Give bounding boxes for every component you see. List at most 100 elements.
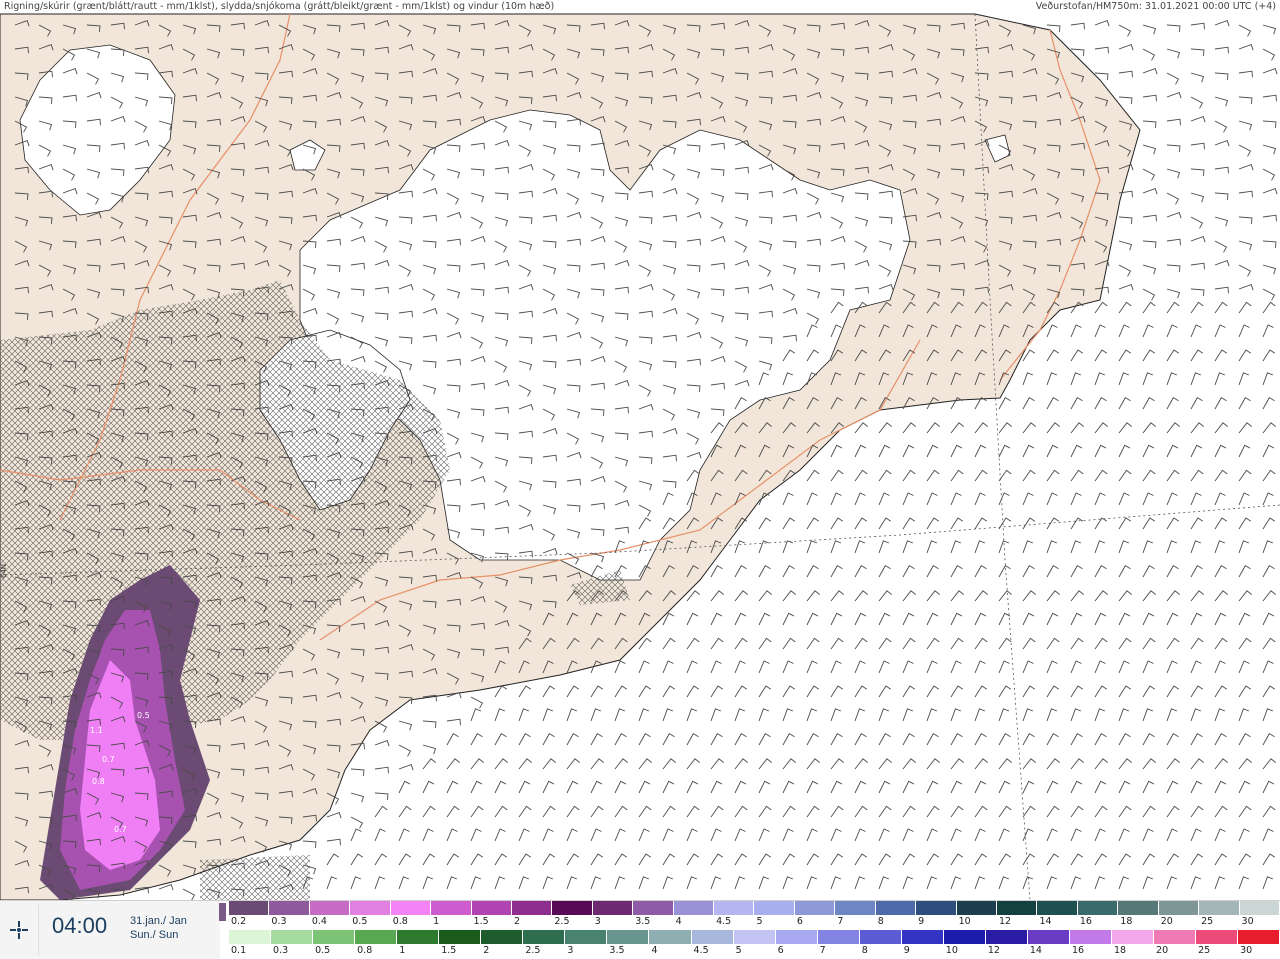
scale-label: 9: [903, 945, 910, 956]
scale-color-cell: [943, 930, 986, 944]
latitude-label: 64N: [0, 564, 8, 578]
sleet-snow-scale-labels: 0.2 0.3 0.4 0.5 0.8 1 1.5 2 2.5 3 3.5 4 4.5 5 6 7 8 9 10 12…: [229, 916, 1280, 928]
sleet-area-south: [200, 855, 310, 900]
model-run-info: Veðurstofan/HM750m: 31.01.2021 00:00 UTC…: [1035, 1, 1276, 12]
scale-color-cell: [916, 901, 957, 915]
forecast-weekday: Sun./ Sun: [130, 929, 179, 941]
scale-color-cell: [1158, 901, 1200, 915]
rain-scale-labels: 0.1 0.3 0.5 0.8 1 1.5 2 2.5 3 3.5 4 4.5 5 6 7 8 9 10 12 14 1…: [229, 945, 1280, 957]
scale-label: 2.5: [525, 945, 541, 956]
scale-label: 1.5: [473, 916, 489, 927]
scale-label: 4.5: [716, 916, 732, 927]
scale-label: 3: [594, 916, 601, 927]
scale-color-cell: [523, 930, 566, 944]
scale-label: 1.5: [441, 945, 457, 956]
scale-label: 1: [433, 916, 440, 927]
scale-label: 20: [1160, 916, 1173, 927]
rain-color-scale: [229, 930, 1280, 944]
scale-label: 0.8: [392, 916, 408, 927]
scale-label: 25: [1198, 945, 1211, 956]
scale-label: 6: [796, 916, 803, 927]
scale-color-cell: [901, 930, 944, 944]
scale-color-cell: [673, 901, 715, 915]
weather-map[interactable]: 64N 0.51.10.70.80.7: [0, 0, 1280, 900]
scale-label: 5: [735, 945, 742, 956]
scale-color-cell: [565, 930, 608, 944]
scale-color-cell: [775, 930, 818, 944]
scale-color-cell: [985, 930, 1028, 944]
scale-color-cell: [397, 930, 440, 944]
scale-color-cell: [1118, 901, 1159, 915]
scale-color-cell: [754, 901, 795, 915]
scale-label: 6: [777, 945, 784, 956]
scale-color-cell: [733, 930, 776, 944]
scale-label: 2: [513, 916, 520, 927]
scale-label: 0.3: [271, 916, 287, 927]
scale-label: 2: [483, 945, 490, 956]
scale-label: 0.5: [352, 916, 368, 927]
scale-label: 30: [1241, 916, 1254, 927]
scale-color-cell: [431, 901, 472, 915]
scale-label: 7: [819, 945, 826, 956]
scale-label: 8: [877, 916, 884, 927]
scale-label: 14: [1039, 916, 1052, 927]
scale-color-cell: [313, 930, 356, 944]
scale-color-cell: [1069, 930, 1112, 944]
precip-value-label: 0.8: [92, 777, 105, 786]
scale-color-cell: [390, 901, 432, 915]
scale-label: 3.5: [635, 916, 651, 927]
scale-label: 3: [567, 945, 574, 956]
scale-color-cell: [481, 930, 524, 944]
scale-label: 14: [1029, 945, 1042, 956]
scale-color-cell: [1154, 930, 1197, 944]
time-slider-handle[interactable]: [219, 903, 226, 921]
scale-color-cell: [271, 930, 314, 944]
scale-color-cell: [229, 901, 270, 915]
scale-color-cell: [1111, 930, 1155, 944]
scale-color-cell: [1196, 930, 1239, 944]
scale-label: 3.5: [609, 945, 625, 956]
scale-label: 2.5: [554, 916, 570, 927]
scale-label: 0.2: [231, 916, 247, 927]
scale-color-cell: [1027, 930, 1070, 944]
scale-label: 4: [651, 945, 658, 956]
scale-color-cell: [956, 901, 998, 915]
precip-value-label: 0.7: [102, 755, 115, 764]
scale-label: 16: [1071, 945, 1085, 956]
scale-label: 10: [945, 945, 958, 956]
scale-color-cell: [229, 930, 272, 944]
scale-color-cell: [511, 901, 553, 915]
scale-color-cell: [794, 901, 836, 915]
scale-color-cell: [439, 930, 482, 944]
scale-color-cell: [552, 901, 593, 915]
scale-color-cell: [1199, 901, 1240, 915]
scale-color-cell: [1239, 901, 1280, 915]
scale-color-cell: [633, 901, 674, 915]
scale-label: 9: [918, 916, 925, 927]
scale-label: 20: [1156, 945, 1169, 956]
scale-color-cell: [1238, 930, 1280, 944]
scale-color-cell: [859, 930, 902, 944]
scale-color-cell: [691, 930, 734, 944]
scale-color-cell: [1077, 901, 1119, 915]
scale-label: 18: [1120, 916, 1133, 927]
scale-color-cell: [714, 901, 755, 915]
map-title: Rigning/skúrir (grænt/blátt/rautt - mm/1…: [4, 1, 555, 12]
scale-color-cell: [309, 901, 351, 915]
scale-color-cell: [471, 901, 512, 915]
scale-label: 10: [958, 916, 971, 927]
scale-label: 0.8: [357, 945, 373, 956]
time-panel: 04:00 31.jan./ Jan Sun./ Sun: [0, 901, 220, 959]
scale-label: 12: [999, 916, 1012, 927]
precip-value-label: 0.5: [137, 711, 150, 720]
scale-label: 16: [1079, 916, 1092, 927]
scale-label: 18: [1113, 945, 1127, 956]
scale-color-cell: [997, 901, 1038, 915]
scale-color-cell: [269, 901, 310, 915]
wind-compass-icon[interactable]: [4, 915, 34, 945]
scale-color-cell: [835, 901, 876, 915]
divider: [38, 905, 39, 955]
scale-color-cell: [350, 901, 391, 915]
scale-label: 0.4: [311, 916, 327, 927]
scale-label: 4.5: [693, 945, 709, 956]
